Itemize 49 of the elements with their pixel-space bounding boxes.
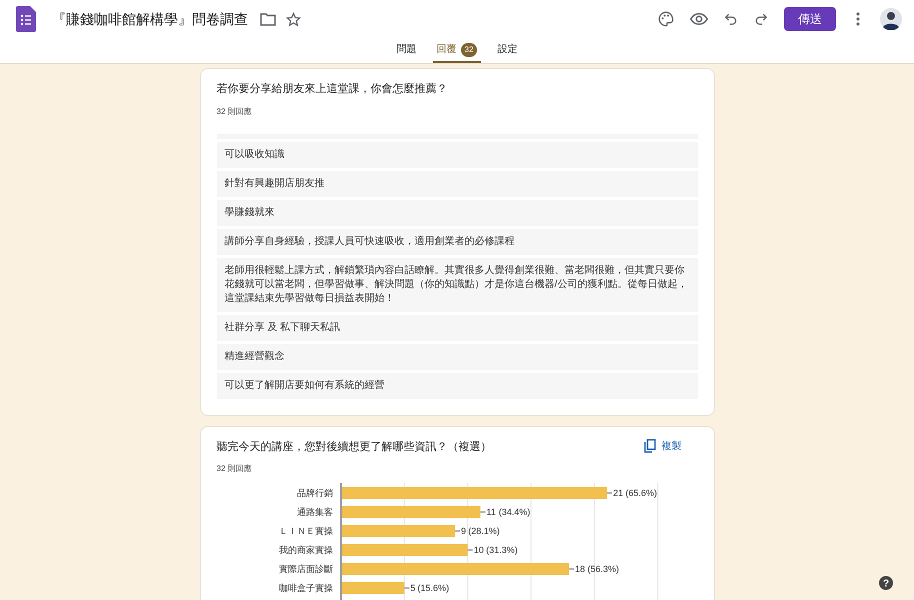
category-label: 我的商家實操: [278, 545, 332, 555]
value-label: 21: [612, 488, 623, 498]
response-text: 講師分享自身經驗，授課人員可快速吸收，適用創業者的必修課程: [216, 228, 698, 254]
response-count-badge: 32: [460, 42, 478, 56]
percent-label: (56.3%): [586, 564, 618, 574]
tab[interactable]: 問題: [392, 38, 421, 63]
percent-label: (34.4%): [498, 507, 530, 517]
response-text: 可以更了解開店要如何有系統的經營: [216, 372, 698, 398]
response-count: 32 則回應: [216, 463, 253, 475]
forms-logo-icon[interactable]: [16, 6, 36, 32]
help-icon[interactable]: ?: [879, 576, 893, 590]
redo-icon[interactable]: [754, 12, 768, 26]
tab[interactable]: 設定: [493, 38, 522, 63]
response-text: 可以吸收知識: [216, 142, 698, 168]
response-text: 精進經營觀念: [216, 344, 698, 370]
undo-icon[interactable]: [724, 12, 738, 26]
copy-icon: [644, 439, 656, 453]
value-label: 18: [574, 564, 585, 574]
response-count: 32 則回應: [216, 106, 253, 118]
category-label: 咖啡盒子實操: [278, 583, 332, 593]
percent-label: (15.6%): [417, 583, 449, 593]
eye-icon[interactable]: [690, 12, 708, 26]
response-text: 社群分享 及 私下聊天私訊: [216, 314, 698, 340]
value-label: 9: [460, 526, 466, 536]
tab[interactable]: 回覆 32: [432, 38, 482, 63]
copy-button[interactable]: 複製: [644, 438, 682, 454]
value-label: 5: [410, 583, 415, 593]
response-text: 老師用很輕鬆上課方式，解鎖繁瑣內容白話瞭解。其實很多人覺得創業很難、當老闆很難，但其實只要你花錢就可以當老闆，但學習做事、解決問題（你的知識點）才是你這台機器/公司的獲利點。從每日做起，這堂課結束先學習做每日損益表開始！: [216, 258, 698, 312]
percent-label: (65.6%): [624, 488, 656, 498]
percent-label: (28.1%): [468, 526, 500, 536]
response-text: 針對有興趣開店朋友推: [216, 170, 698, 196]
avatar-icon[interactable]: [880, 8, 902, 30]
category-label: 實際店面診斷: [278, 564, 332, 574]
folder-icon[interactable]: [260, 12, 276, 26]
percent-label: (31.3%): [486, 545, 518, 555]
category-label: 通路集客: [296, 507, 332, 517]
palette-icon[interactable]: [658, 11, 674, 27]
question-title: 聽完今天的講座，您對後續想更了解哪些資訊？（複選）: [216, 440, 492, 454]
category-label: 品牌行銷: [296, 488, 332, 498]
question-title: 若你要分享給朋友來上這堂課，你會怎麼推薦？: [216, 82, 448, 97]
bar: [342, 582, 404, 594]
value-label: 11: [486, 507, 496, 517]
form-title[interactable]: 『賺錢咖啡館解構學』問卷調查: [52, 8, 248, 30]
category-label: ＬＩＮＥ實操: [278, 526, 332, 536]
value-label: 10: [473, 545, 484, 555]
more-icon[interactable]: [856, 12, 860, 26]
send-button[interactable]: 傳送: [784, 7, 836, 31]
response-text: 學賺錢就來: [216, 200, 698, 226]
star-icon[interactable]: [286, 12, 301, 26]
